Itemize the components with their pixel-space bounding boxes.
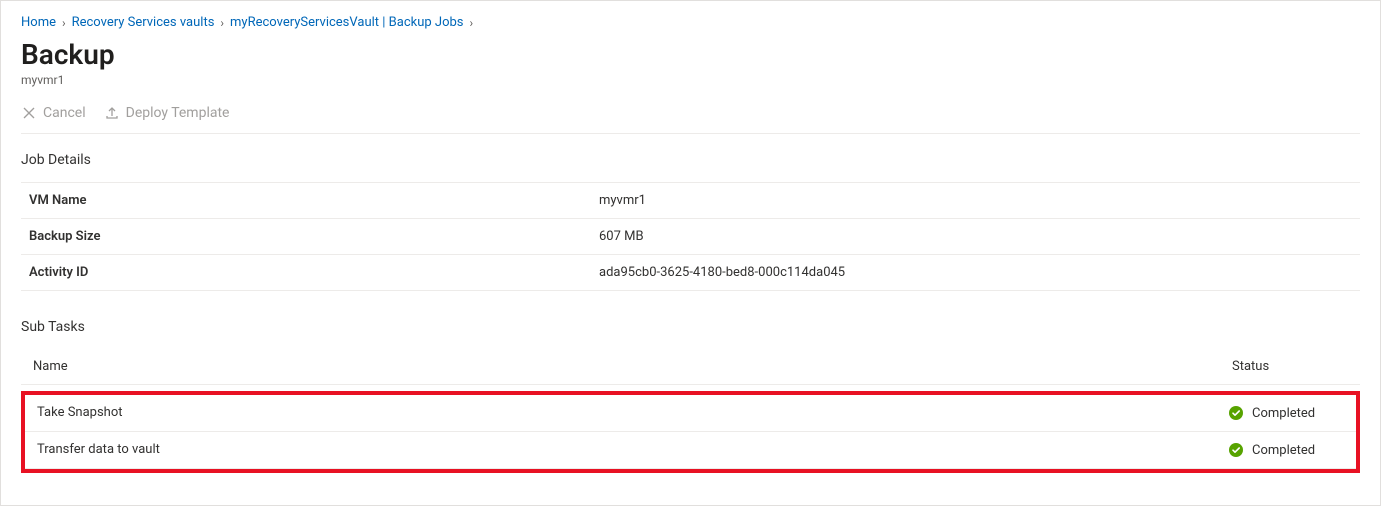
deploy-template-button[interactable]: Deploy Template	[104, 105, 230, 121]
breadcrumb-backup-jobs[interactable]: myRecoveryServicesVault | Backup Jobs	[230, 15, 463, 30]
column-header-name[interactable]: Name	[21, 349, 1220, 384]
chevron-right-icon: ›	[62, 16, 66, 30]
page-title: Backup	[21, 38, 1360, 71]
breadcrumb-vaults[interactable]: Recovery Services vaults	[72, 15, 215, 30]
breadcrumb: Home › Recovery Services vaults › myReco…	[21, 15, 1360, 30]
detail-value: myvmr1	[591, 183, 1360, 219]
sub-tasks-highlight: Take Snapshot Completed Transfer data to…	[21, 391, 1360, 473]
upload-icon	[104, 105, 120, 121]
breadcrumb-home[interactable]: Home	[21, 15, 56, 30]
close-icon	[21, 105, 37, 121]
status-label: Completed	[1252, 443, 1315, 458]
table-row: Backup Size 607 MB	[21, 219, 1360, 255]
chevron-right-icon: ›	[220, 16, 224, 30]
cancel-label: Cancel	[43, 105, 86, 121]
detail-value: ada95cb0-3625-4180-bed8-000c114da045	[591, 255, 1360, 291]
subtask-name: Transfer data to vault	[25, 432, 1216, 468]
detail-label: Activity ID	[21, 255, 591, 291]
job-details-table: VM Name myvmr1 Backup Size 607 MB Activi…	[21, 182, 1360, 291]
check-circle-icon	[1228, 405, 1244, 421]
subtask-name: Take Snapshot	[25, 395, 1216, 431]
subtask-status: Completed	[1216, 432, 1356, 468]
cancel-button[interactable]: Cancel	[21, 105, 86, 121]
deploy-label: Deploy Template	[126, 105, 230, 121]
job-details-header: Job Details	[21, 152, 1360, 168]
page-subtitle: myvmr1	[21, 73, 1360, 87]
check-circle-icon	[1228, 442, 1244, 458]
subtask-row: Transfer data to vault Completed	[25, 432, 1356, 469]
toolbar: Cancel Deploy Template	[21, 105, 1360, 134]
subtask-row: Take Snapshot Completed	[25, 395, 1356, 432]
table-row: VM Name myvmr1	[21, 183, 1360, 219]
detail-value: 607 MB	[591, 219, 1360, 255]
table-row: Activity ID ada95cb0-3625-4180-bed8-000c…	[21, 255, 1360, 291]
column-header-status[interactable]: Status	[1220, 349, 1360, 384]
chevron-right-icon: ›	[470, 16, 474, 30]
detail-label: Backup Size	[21, 219, 591, 255]
sub-tasks-columns: Name Status	[21, 349, 1360, 385]
sub-tasks-header: Sub Tasks	[21, 319, 1360, 335]
status-label: Completed	[1252, 406, 1315, 421]
subtask-status: Completed	[1216, 395, 1356, 431]
detail-label: VM Name	[21, 183, 591, 219]
